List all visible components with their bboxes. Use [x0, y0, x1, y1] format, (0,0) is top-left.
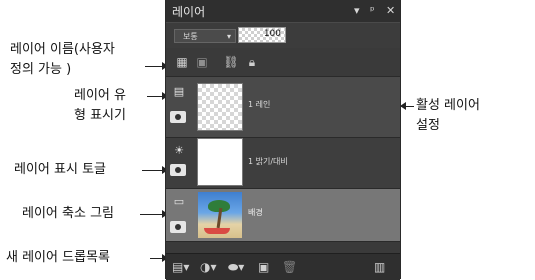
- visibility-eye-icon[interactable]: [170, 111, 186, 123]
- layer-row[interactable]: ☀ 1 밝기/대비: [166, 138, 400, 189]
- bottom-toolbar: ▤▾ ◑▾ ⬬▾ ▣ 🗑︎ ▥: [166, 253, 400, 280]
- adjust-icon[interactable]: ◑▾: [200, 260, 217, 274]
- opacity-field[interactable]: 100: [238, 27, 286, 43]
- layer-name[interactable]: 1 레인: [248, 99, 270, 110]
- panel-title: 레이어: [172, 5, 206, 19]
- annotation-layer-type: 레이어 유 형 표시기: [74, 88, 126, 123]
- adjustment-icon: ☀: [174, 144, 184, 157]
- layer-toolbar: ▦ ▣ ⛓ 🔒︎: [166, 48, 400, 77]
- annotation-new-layer: 새 레이어 드롭목록: [6, 250, 110, 265]
- lock-transparency-icon[interactable]: ▣: [194, 54, 210, 70]
- new-layer-icon[interactable]: ▤▾: [172, 260, 189, 274]
- layer-row-selected[interactable]: ▭ 배경: [166, 189, 400, 242]
- layer-name[interactable]: 배경: [248, 207, 263, 218]
- annotation-visibility-toggle: 레이어 표시 토글: [14, 162, 106, 177]
- visibility-eye-icon[interactable]: [170, 164, 186, 176]
- layer-thumbnail[interactable]: [197, 83, 243, 131]
- annotation-thumbnail: 레이어 축소 그림: [22, 206, 114, 221]
- panel-titlebar: 레이어 ▾ ᵖ ✕: [166, 0, 400, 22]
- annotation-active-layer: 활성 레이어 설정: [416, 98, 480, 133]
- settings-icon[interactable]: ▥: [374, 260, 385, 274]
- blend-mode-select[interactable]: 보통 ▾: [174, 29, 236, 43]
- layers-panel: 레이어 ▾ ᵖ ✕ 보통 ▾ 100 ▦ ▣ ⛓ 🔒︎ ▤ 1 레인 ☀ 1 밝…: [165, 0, 401, 280]
- background-icon: ▭: [173, 195, 185, 208]
- panel-menu-icon[interactable]: ▾: [354, 4, 360, 17]
- chevron-down-icon: ▾: [226, 32, 231, 41]
- blend-mode-value: 보통: [183, 32, 198, 41]
- panel-pin-icon[interactable]: ᵖ: [370, 4, 375, 17]
- lock-icon[interactable]: 🔒︎: [244, 54, 260, 70]
- layer-name[interactable]: 1 밝기/대비: [248, 156, 288, 167]
- layer-thumbnail[interactable]: [197, 191, 243, 239]
- layer-options-bar: 보통 ▾ 100: [166, 22, 400, 50]
- layer-thumbnail[interactable]: [197, 138, 243, 186]
- leader-layer-name: [145, 66, 163, 67]
- layer-type-icon: ▤: [173, 85, 185, 98]
- annotation-layer-name: 레이어 이름(사용자 정의 가능 ): [10, 42, 115, 77]
- boat-shape: [204, 228, 230, 234]
- leader-visibility: [142, 170, 162, 171]
- group-icon[interactable]: ▣: [258, 260, 269, 274]
- link-icon[interactable]: ⛓: [223, 54, 239, 70]
- panel-close-icon[interactable]: ✕: [386, 4, 395, 17]
- opacity-value: 100: [263, 29, 281, 39]
- clip-mask-icon[interactable]: ▦: [174, 54, 190, 70]
- leader-layer-type: [147, 96, 163, 97]
- delete-icon[interactable]: 🗑︎: [282, 260, 297, 274]
- layer-row[interactable]: ▤ 1 레인: [166, 77, 400, 138]
- leader-new-layer: [150, 258, 162, 259]
- visibility-eye-icon[interactable]: [170, 221, 186, 233]
- leader-thumbnail: [140, 214, 162, 215]
- mask-icon[interactable]: ⬬▾: [228, 260, 244, 274]
